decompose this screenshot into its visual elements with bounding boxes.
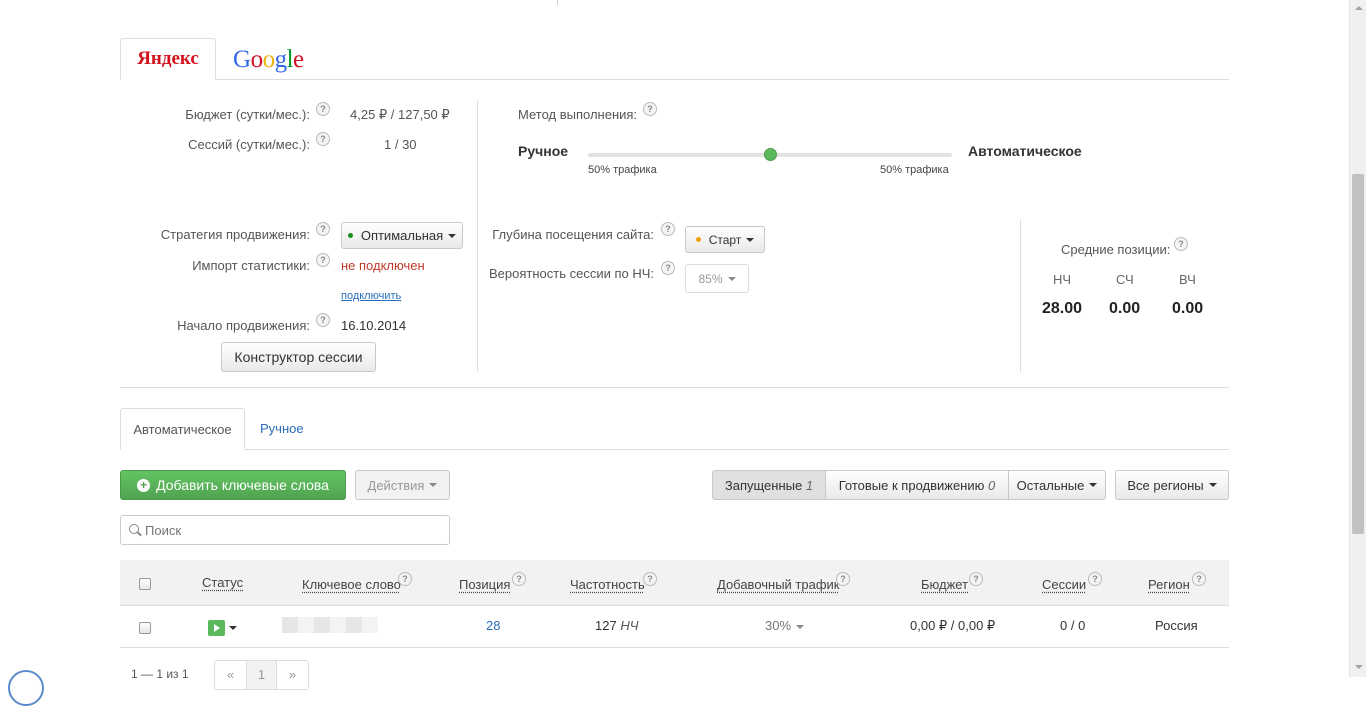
row-budget: 0,00 ₽ / 0,00 ₽ [910, 618, 996, 633]
search-input[interactable] [145, 522, 435, 538]
filter-ready-button[interactable]: Готовые к продвижению 0 [825, 470, 1009, 500]
avg-value-sch: 0.00 [1109, 300, 1141, 317]
top-divider [557, 0, 558, 5]
start-label: Начало продвижения: [177, 318, 310, 333]
tab-automatic[interactable]: Автоматическое [120, 408, 245, 450]
yandex-logo: Яндекс [137, 48, 199, 69]
scrollbar-thumb[interactable] [1352, 174, 1364, 534]
method-slider-handle[interactable] [764, 148, 777, 161]
page-scrollbar[interactable] [1349, 0, 1366, 677]
help-icon[interactable]: ? [1174, 237, 1188, 251]
help-icon[interactable]: ? [1192, 572, 1206, 586]
tab-manual[interactable]: Ручное [260, 421, 304, 436]
avg-value-nch: 28.00 [1042, 300, 1083, 317]
header-frequency[interactable]: Частотность [570, 577, 645, 592]
pagination-prev[interactable]: « [214, 660, 247, 690]
depth-dropdown[interactable]: Старт [685, 226, 765, 253]
pagination-summary: 1 — 1 из 1 [131, 667, 189, 681]
import-label: Импорт статистики: [192, 258, 310, 273]
column-divider [477, 100, 478, 372]
help-icon[interactable]: ? [316, 132, 330, 146]
sessions-label: Сессий (сутки/мес.): [188, 137, 310, 152]
help-icon[interactable]: ? [969, 572, 983, 586]
traffic-left: 50% трафика [588, 164, 657, 176]
row-sessions: 0 / 0 [1060, 618, 1086, 633]
row-position[interactable]: 28 [486, 618, 500, 633]
help-icon[interactable]: ? [316, 222, 330, 236]
add-keywords-button[interactable]: + Добавить ключевые слова [120, 470, 346, 500]
help-icon[interactable]: ? [512, 572, 526, 586]
header-status[interactable]: Статус [202, 575, 243, 590]
traffic-right: 50% трафика [880, 164, 949, 176]
strategy-label: Стратегия продвижения: [160, 227, 310, 242]
method-label: Метод выполнения: [518, 107, 638, 122]
row-checkbox[interactable] [139, 622, 151, 634]
budget-label: Бюджет (сутки/мес.): [185, 107, 310, 122]
filter-others-dropdown[interactable]: Остальные [1008, 470, 1106, 500]
row-region: Россия [1155, 618, 1198, 633]
help-icon[interactable]: ? [661, 261, 675, 275]
probability-dropdown[interactable]: 85% [685, 264, 749, 293]
help-icon[interactable]: ? [316, 102, 330, 116]
mode-tabs-line [120, 449, 1229, 450]
status-caret-icon[interactable] [229, 626, 237, 630]
avg-col-sch: СЧ [1116, 272, 1134, 287]
budget-value: 4,25 ₽ / 127,50 ₽ [350, 107, 450, 122]
help-icon[interactable]: ? [661, 222, 675, 236]
avg-positions-label: Средние позиции: [1061, 242, 1171, 257]
filter-running-button[interactable]: Запущенные 1 [712, 470, 826, 500]
depth-label: Глубина посещения сайта: [492, 227, 654, 242]
regions-dropdown[interactable]: Все регионы [1115, 470, 1229, 500]
start-value: 16.10.2014 [341, 318, 407, 333]
tab-yandex[interactable]: Яндекс [120, 38, 216, 80]
select-all-checkbox[interactable] [139, 578, 151, 590]
header-budget[interactable]: Бюджет [921, 577, 968, 592]
help-icon[interactable]: ? [1088, 572, 1102, 586]
pagination-next[interactable]: » [276, 660, 309, 690]
play-status-icon[interactable] [208, 620, 225, 636]
google-logo: Google [233, 46, 304, 73]
avg-col-nch: НЧ [1053, 272, 1072, 287]
status-dot-icon [695, 237, 701, 242]
search-icon-handle [137, 531, 142, 537]
column-divider [1020, 220, 1021, 372]
session-constructor-button[interactable]: Конструктор сессии [221, 342, 376, 372]
scroll-down-arrow-icon[interactable] [1355, 665, 1363, 669]
actions-dropdown[interactable]: Действия [355, 470, 450, 500]
method-auto-label: Автоматическое [968, 143, 1082, 159]
help-icon[interactable]: ? [643, 102, 657, 116]
header-traffic[interactable]: Добавочный трафик [717, 577, 840, 592]
keyword-blurred [282, 617, 378, 633]
help-icon[interactable]: ? [398, 572, 412, 586]
sessions-value: 1 / 30 [384, 137, 417, 152]
status-dot-icon [347, 233, 353, 238]
probability-label: Вероятность сессии по НЧ: [488, 266, 654, 281]
help-icon[interactable]: ? [643, 572, 657, 586]
header-keyword[interactable]: Ключевое слово [302, 577, 401, 592]
tab-google[interactable]: Google [233, 44, 304, 76]
scroll-up-arrow-icon[interactable] [1355, 6, 1363, 10]
avg-col-vch: ВЧ [1179, 272, 1196, 287]
import-value: не подключен [341, 258, 425, 273]
pagination-page[interactable]: 1 [246, 660, 277, 690]
row-traffic-dropdown[interactable]: 30% [765, 618, 805, 633]
help-icon[interactable]: ? [316, 313, 330, 327]
method-slider-track[interactable] [588, 148, 952, 161]
help-icon[interactable]: ? [836, 572, 850, 586]
header-region[interactable]: Регион [1148, 577, 1190, 592]
avg-value-vch: 0.00 [1172, 300, 1204, 317]
chat-widget-icon[interactable] [8, 670, 44, 706]
header-position[interactable]: Позиция [459, 577, 510, 592]
strategy-dropdown[interactable]: Оптимальная [341, 222, 463, 249]
header-sessions[interactable]: Сессии [1042, 577, 1086, 592]
method-manual-label: Ручное [518, 143, 569, 159]
plus-circle-icon: + [137, 478, 151, 492]
search-box[interactable] [120, 515, 450, 545]
engine-tabs-line [120, 79, 1229, 80]
row-frequency: 127 НЧ [595, 618, 639, 633]
section-divider [120, 387, 1229, 388]
connect-link[interactable]: подключить [341, 290, 401, 302]
help-icon[interactable]: ? [316, 253, 330, 267]
